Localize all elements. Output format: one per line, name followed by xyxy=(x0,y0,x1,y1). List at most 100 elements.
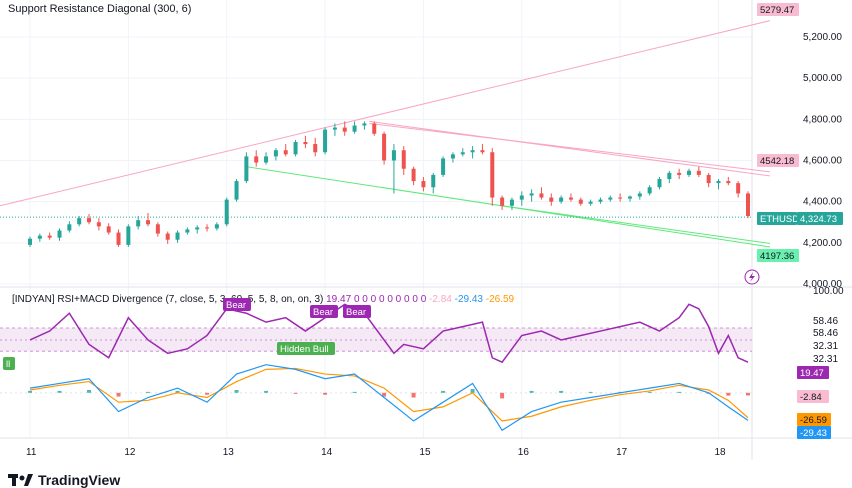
resistance-line-upper xyxy=(0,20,771,207)
candles xyxy=(28,121,750,247)
macd-hist-bar xyxy=(87,390,92,393)
candle-body xyxy=(637,193,642,197)
time-tick-label: 16 xyxy=(518,447,530,458)
candle-body xyxy=(264,156,269,163)
price-tick-label: 5,200.00 xyxy=(803,32,842,43)
macd-line xyxy=(29,364,749,432)
candle-body xyxy=(480,150,485,153)
macd-hist-bar xyxy=(441,390,446,393)
candle-body xyxy=(618,197,623,199)
candle-body xyxy=(313,144,318,153)
candle-body xyxy=(411,168,416,182)
rsi-header-value: 0 xyxy=(362,294,370,305)
macd-hist-bar xyxy=(264,390,269,393)
candle-body xyxy=(746,193,750,217)
chart-canvas[interactable]: 4,000.004,200.004,400.004,600.004,800.00… xyxy=(0,0,852,485)
candle-body xyxy=(293,141,298,155)
candle-body xyxy=(165,233,170,240)
rsi-header-value: 0 xyxy=(396,294,404,305)
rsi-title: [INDYAN] RSI+MACD Divergence (7, close, … xyxy=(12,294,515,305)
candle-body xyxy=(87,218,92,223)
candle-body xyxy=(421,181,426,188)
rsi-tick-label: 58.46 xyxy=(813,328,838,339)
resistance-line-lower xyxy=(369,120,771,177)
candle-body xyxy=(706,174,711,184)
macd-hist-bar xyxy=(293,392,298,394)
rsi-tick-label: 58.46 xyxy=(813,316,838,327)
macd-hist-bar xyxy=(726,392,731,396)
price-tick-label: 4,400.00 xyxy=(803,197,842,208)
last-price-tag: 4,324.73 xyxy=(800,214,837,225)
candle-body xyxy=(67,224,72,231)
rsi-header-value: -29.43 xyxy=(455,294,486,305)
candle-body xyxy=(490,152,495,198)
candle-body xyxy=(647,187,652,194)
candle-body xyxy=(126,226,131,245)
candle-body xyxy=(155,224,160,234)
time-tick-label: 14 xyxy=(321,447,333,458)
chart-title: Support Resistance Diagonal (300, 6) xyxy=(8,3,191,15)
candle-body xyxy=(175,232,180,240)
candle-body xyxy=(57,230,62,238)
candle-body xyxy=(677,172,682,175)
macd-hist-bar xyxy=(352,391,357,393)
time-tick-label: 15 xyxy=(419,447,431,458)
candle-body xyxy=(450,154,455,159)
candle-body xyxy=(323,129,328,153)
candle-body xyxy=(244,156,249,182)
candle-body xyxy=(726,181,731,184)
macd-hist-bar xyxy=(647,391,652,393)
candle-body xyxy=(431,174,436,188)
rsi-header-value: -2.84 xyxy=(429,294,455,305)
candle-body xyxy=(519,195,524,200)
macd-hist-bar xyxy=(57,390,62,393)
price-tick-label: 4,200.00 xyxy=(803,238,842,249)
macd-hist-bar xyxy=(28,390,32,393)
candle-body xyxy=(686,170,691,175)
candle-body xyxy=(205,227,210,229)
candle-body xyxy=(568,197,573,200)
indicator-lines xyxy=(28,303,750,432)
macd-hist-bar xyxy=(146,391,151,393)
annotation-label: ll xyxy=(6,359,10,370)
candle-body xyxy=(77,218,82,225)
support-line-2 xyxy=(502,205,771,244)
candle-body xyxy=(627,196,632,199)
candle-body xyxy=(372,123,377,134)
candle-body xyxy=(352,125,357,132)
macd-hist-bar xyxy=(677,391,682,393)
macd-hist-bar xyxy=(746,392,750,396)
tradingview-logo: TradingView xyxy=(8,472,120,488)
macd-hist-bar xyxy=(500,392,505,399)
candle-body xyxy=(332,127,337,130)
price-tick-label: 4,600.00 xyxy=(803,156,842,167)
candle-body xyxy=(716,181,721,184)
candle-body xyxy=(608,197,613,200)
candle-body xyxy=(254,156,259,163)
macd-hist-bar xyxy=(234,390,239,393)
brand-name: TradingView xyxy=(38,472,121,488)
annotation-label: Bear xyxy=(346,307,366,318)
price-tick-label: 4,800.00 xyxy=(803,114,842,125)
rsi-header-value: -26.59 xyxy=(486,294,515,305)
candle-body xyxy=(116,232,121,245)
time-tick-label: 11 xyxy=(26,447,37,458)
rsi-header-value: 0 xyxy=(421,294,429,305)
macd-hist-bar xyxy=(116,392,121,397)
time-tick-label: 18 xyxy=(714,447,726,458)
macd-hist-bar xyxy=(588,391,593,393)
candle-body xyxy=(578,199,583,204)
candle-body xyxy=(549,197,554,202)
price-tick-label: 5,000.00 xyxy=(803,73,842,84)
time-tick-label: 13 xyxy=(223,447,235,458)
candle-body xyxy=(136,220,141,227)
instrument-tag: ETHUSD xyxy=(760,214,799,225)
candle-body xyxy=(185,229,190,233)
candle-body xyxy=(224,199,229,225)
candle-body xyxy=(500,197,505,206)
candle-body xyxy=(598,199,603,202)
candle-body xyxy=(283,150,288,155)
rsi-tick-label: 32.31 xyxy=(813,341,838,352)
rsi-header-value: 19.47 xyxy=(326,294,354,305)
macd-hist-bar xyxy=(323,392,328,395)
